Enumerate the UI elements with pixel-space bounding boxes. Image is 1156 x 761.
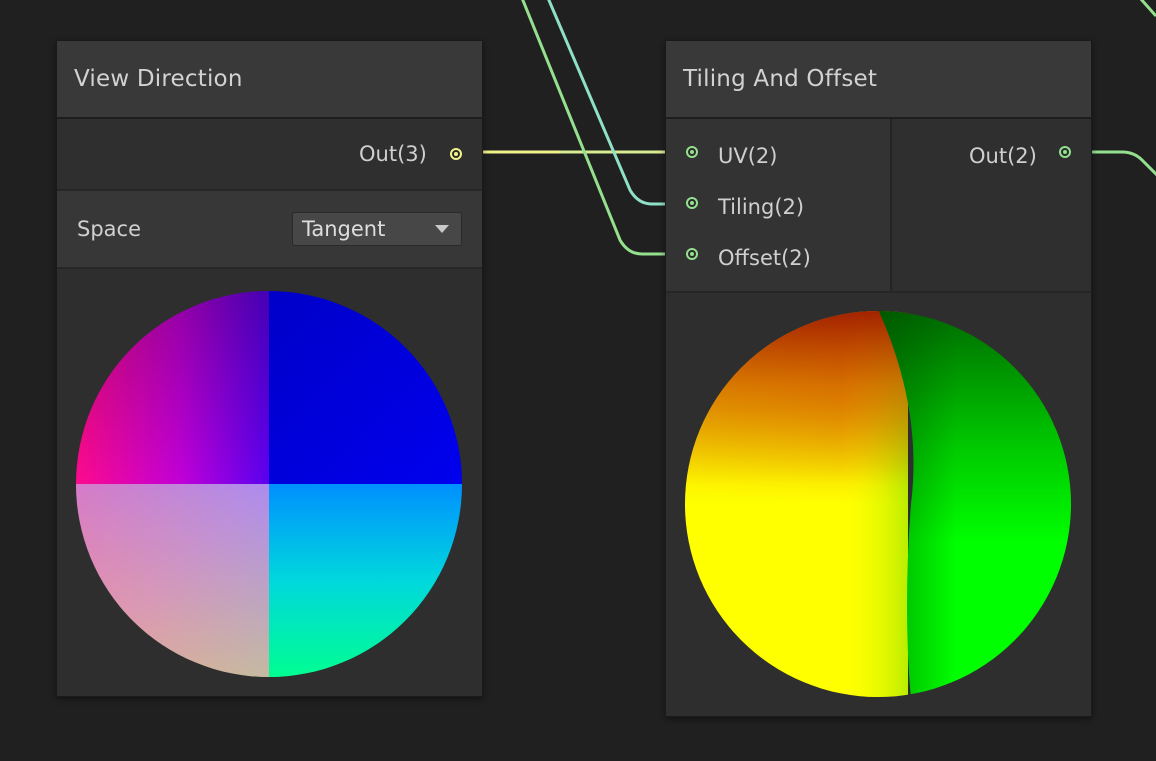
view-direction-out-port[interactable]: [450, 148, 462, 160]
tiling-offset-preview: [666, 293, 1091, 716]
view-direction-sphere: [76, 291, 462, 677]
chevron-down-icon: [435, 225, 449, 233]
tiling-and-offset-ports: UV(2) Tiling(2) Offset(2) Out(2): [666, 119, 1091, 291]
offset-input-label: Offset(2): [718, 246, 811, 270]
offset-input-port[interactable]: [686, 248, 698, 260]
tiling-out-label: Out(2): [969, 144, 1037, 168]
view-direction-node[interactable]: View Direction Out(3) Space Tangent: [56, 40, 483, 697]
wire-top-right: [1139, 0, 1156, 17]
output-ports: Out(2): [892, 119, 1091, 291]
wire-to-tiling: [547, 0, 680, 206]
space-label: Space: [77, 217, 141, 241]
space-value: Tangent: [302, 217, 386, 241]
tiling-input-label: Tiling(2): [718, 195, 805, 219]
view-direction-output-row: Out(3): [57, 119, 482, 191]
uv-input-port[interactable]: [686, 146, 698, 158]
tiling-and-offset-node[interactable]: Tiling And Offset UV(2) Tiling(2) Offset…: [665, 40, 1092, 717]
tiling-offset-sphere: [685, 311, 1071, 697]
uv-input-label: UV(2): [718, 144, 778, 168]
tiling-input-port[interactable]: [686, 197, 698, 209]
wire-to-offset: [521, 0, 680, 256]
view-direction-title: View Direction: [57, 41, 482, 119]
tiling-and-offset-title: Tiling And Offset: [666, 41, 1091, 119]
tiling-out-port[interactable]: [1059, 146, 1071, 158]
view-direction-out-label: Out(3): [359, 142, 427, 166]
space-row: Space Tangent: [57, 191, 482, 269]
view-direction-preview: [57, 269, 482, 696]
space-dropdown[interactable]: Tangent: [292, 212, 462, 246]
input-ports: UV(2) Tiling(2) Offset(2): [666, 119, 892, 291]
